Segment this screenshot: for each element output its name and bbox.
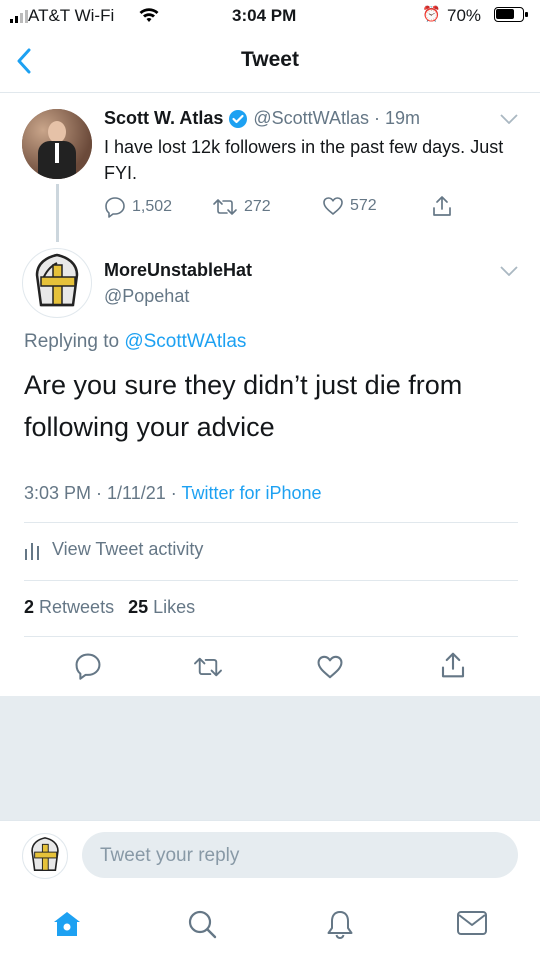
alarm-icon: ⏰ [422, 6, 441, 23]
search-icon[interactable] [186, 908, 218, 940]
author-handle[interactable]: @Popehat [104, 286, 189, 307]
likes-label: Likes [153, 597, 196, 617]
retweet-count: 272 [244, 198, 271, 215]
tab-bar [0, 890, 540, 960]
wifi-icon [138, 6, 160, 24]
home-icon[interactable] [52, 910, 82, 938]
nav-bar: Tweet [0, 32, 540, 93]
heart-icon [323, 197, 343, 215]
avatar[interactable] [22, 248, 92, 318]
tweet-text: Are you sure they didn’t just die from f… [24, 370, 463, 442]
reply-button[interactable] [74, 652, 102, 680]
battery-percent: 70% [447, 6, 482, 25]
tweet-time: · 19m [374, 108, 421, 128]
replying-to: Replying to @ScottWAtlas [24, 331, 246, 353]
retweet-icon [213, 199, 237, 215]
author-handle[interactable]: @ScottWAtlas [253, 108, 369, 129]
view-activity-label: View Tweet activity [52, 538, 204, 559]
divider [24, 636, 518, 637]
timestamp-text: 3:03 PM · 1/11/21 · [24, 483, 177, 503]
thread-line [56, 184, 59, 242]
verified-badge-icon [228, 109, 248, 129]
view-tweet-activity-button[interactable]: View Tweet activity [24, 538, 203, 560]
chevron-down-icon[interactable] [500, 114, 518, 124]
divider [24, 522, 518, 523]
analytics-icon [25, 543, 39, 560]
reply-input[interactable]: Tweet your reply [82, 832, 518, 878]
empty-area [0, 696, 540, 820]
page-title: Tweet [241, 48, 299, 71]
retweet-button[interactable]: 272 [212, 196, 271, 218]
source-link[interactable]: Twitter for iPhone [181, 483, 321, 503]
author-name[interactable]: MoreUnstableHat [104, 260, 252, 281]
share-icon [441, 652, 465, 678]
likes-count: 25 [128, 597, 149, 617]
reply-icon [75, 653, 101, 680]
chevron-down-icon[interactable] [500, 266, 518, 276]
mitre-hat-icon [31, 837, 59, 872]
carrier-label: AT&T Wi-Fi [28, 6, 115, 25]
retweets-count: 2 [24, 597, 35, 617]
clock: 3:04 PM [232, 6, 297, 25]
status-bar: AT&T Wi-Fi 3:04 PM ⏰ 70% [0, 0, 540, 32]
share-button[interactable] [438, 650, 468, 680]
reply-icon [105, 197, 125, 218]
replying-handle-link[interactable]: @ScottWAtlas [124, 331, 246, 352]
signal-icon [10, 10, 28, 23]
mitre-hat-icon [35, 253, 79, 307]
divider [24, 580, 518, 581]
like-button[interactable] [316, 654, 344, 680]
tweet-timestamp: 3:03 PM · 1/11/21 · Twitter for iPhone [24, 483, 322, 504]
messages-icon[interactable] [456, 910, 488, 936]
reply-placeholder: Tweet your reply [100, 845, 240, 866]
avatar[interactable] [22, 109, 92, 179]
parent-tweet-header: Scott W. Atlas @ScottWAtlas · 19m [104, 108, 420, 129]
tweet-text: I have lost 12k followers in the past fe… [104, 137, 504, 183]
avatar[interactable] [22, 833, 68, 879]
replying-prefix: Replying to [24, 331, 120, 352]
like-button[interactable]: 572 [322, 196, 377, 216]
heart-icon [317, 655, 343, 679]
retweet-icon [194, 657, 222, 677]
author-name[interactable]: Scott W. Atlas [104, 108, 223, 129]
notifications-icon[interactable] [324, 908, 356, 940]
engagement-stats: 2 Retweets 25 Likes [24, 597, 195, 618]
share-icon[interactable] [430, 194, 454, 218]
reply-button[interactable]: 1,502 [104, 196, 172, 218]
retweets-stat[interactable]: 2 Retweets [24, 597, 114, 618]
like-count: 572 [350, 197, 377, 214]
reply-count: 1,502 [132, 198, 173, 215]
reply-bar: Tweet your reply [0, 820, 540, 891]
retweets-label: Retweets [39, 597, 115, 617]
retweet-button[interactable] [192, 654, 224, 680]
battery-icon [494, 7, 528, 22]
likes-stat[interactable]: 25 Likes [128, 597, 195, 618]
